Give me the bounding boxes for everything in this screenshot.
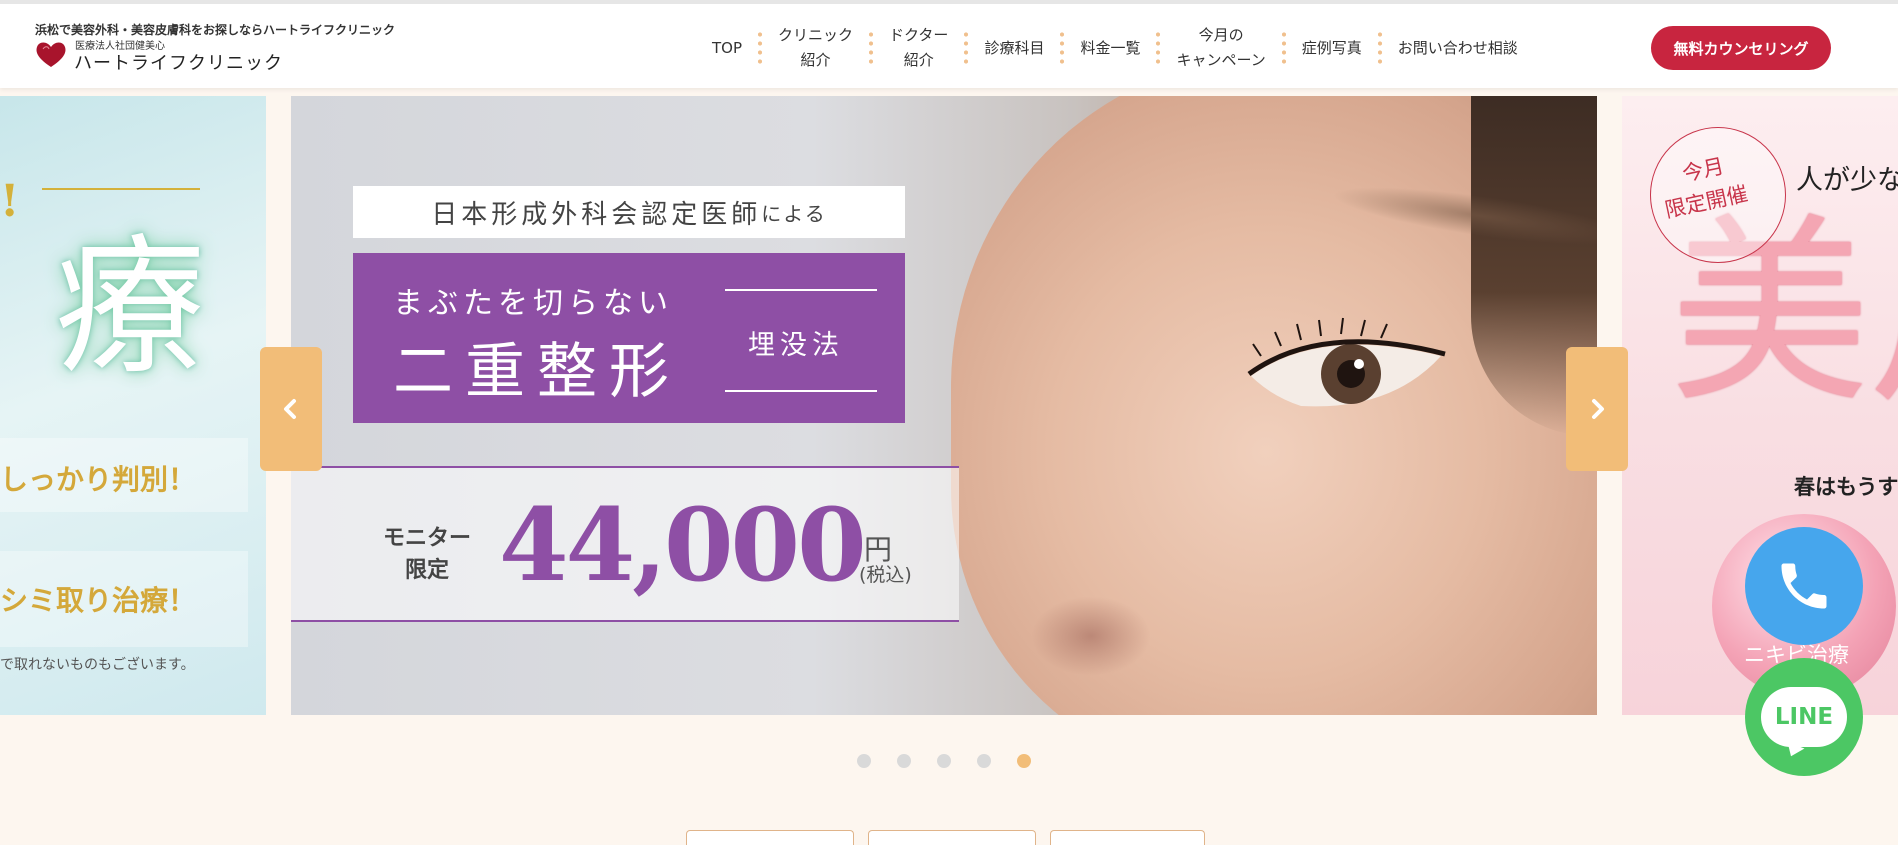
phone-call-button[interactable] xyxy=(1745,527,1863,645)
section-tab[interactable] xyxy=(686,830,854,845)
treatment-title-box: まぶたを切らない 二重整形 埋没法 xyxy=(353,253,905,423)
line-chat-button[interactable]: LINE xyxy=(1745,658,1863,776)
header-tagline: 浜松で美容外科・美容皮膚科をお探しならハートライフクリニック xyxy=(35,23,396,37)
slide-headline: しっかり判別！ xyxy=(0,463,197,496)
nav-separator xyxy=(1377,30,1382,66)
slider-dot-1[interactable] xyxy=(857,754,871,768)
nav-separator xyxy=(964,30,969,66)
nav-label: 今月の xyxy=(1198,26,1244,44)
main-nav: TOP クリニック紹介 ドクター紹介 診療科目 料金一覧 今月のキャンペーン 症… xyxy=(700,21,1530,75)
nav-label: 症例写真 xyxy=(1301,38,1362,57)
slider-dot-3[interactable] xyxy=(937,754,951,768)
nav-item-prices[interactable]: 料金一覧 xyxy=(1068,36,1152,61)
certification-suffix: による xyxy=(761,201,827,226)
price-amount: 44,000 xyxy=(499,486,867,604)
slide-headline: シミ取り治療！ xyxy=(0,584,197,617)
slide-previous[interactable]: ! 療 しっかり判別！ シミ取り治療！ で取れないものもございます。 xyxy=(0,96,266,715)
treatment-method: 埋没法 xyxy=(748,330,844,361)
method-rule-top xyxy=(725,289,877,291)
nav-label-line2: 紹介 xyxy=(800,51,831,69)
monitor-label-line1: モニター xyxy=(383,526,472,551)
slider-dot-5[interactable] xyxy=(1017,754,1031,768)
slider-prev-button[interactable] xyxy=(260,347,322,471)
nav-item-treatments[interactable]: 診療科目 xyxy=(972,36,1056,61)
certification-text: 日本形成外科会認定医師 xyxy=(431,199,762,230)
nav-separator xyxy=(1156,30,1161,66)
treatment-title: 二重整形 xyxy=(393,337,681,407)
nav-separator xyxy=(1281,30,1286,66)
nav-label: クリニック xyxy=(778,26,854,44)
nav-item-contact[interactable]: お問い合わせ相談 xyxy=(1386,36,1530,61)
nav-label: TOP xyxy=(712,38,743,57)
nav-item-clinic[interactable]: クリニック 紹介 xyxy=(766,23,865,73)
slider-dot-4[interactable] xyxy=(977,754,991,768)
slide-tagline: 春はもうす xyxy=(1794,474,1898,499)
slider-next-button[interactable] xyxy=(1566,347,1628,471)
chevron-left-icon xyxy=(284,399,296,419)
price-panel: モニター 限定 44,000 円 (税込) xyxy=(291,466,959,622)
model-eye xyxy=(1247,317,1446,407)
nav-separator xyxy=(758,30,763,66)
certification-banner: 日本形成外科会認定医師 による xyxy=(353,186,905,238)
model-nose xyxy=(1031,596,1151,676)
slide-headline: 人が少な xyxy=(1796,165,1898,196)
slide-exclamation: ! xyxy=(0,176,20,227)
section-tab[interactable] xyxy=(868,830,1036,845)
heart-logo-icon[interactable] xyxy=(33,37,69,71)
nav-label-line2: 紹介 xyxy=(903,51,934,69)
nav-label: 診療科目 xyxy=(984,38,1045,57)
nav-label: お問い合わせ相談 xyxy=(1397,38,1518,57)
line-label: LINE xyxy=(1774,704,1834,730)
nav-item-top[interactable]: TOP xyxy=(700,36,754,61)
nav-label: ドクター xyxy=(889,26,949,44)
nav-item-doctor[interactable]: ドクター 紹介 xyxy=(877,23,960,73)
section-tabs xyxy=(686,830,1205,845)
slide-current[interactable]: 日本形成外科会認定医師 による まぶたを切らない 二重整形 埋没法 モニター 限定… xyxy=(291,96,1597,715)
slide-divider xyxy=(42,188,200,190)
slide-kanji: 療 xyxy=(55,221,206,395)
nav-separator xyxy=(1060,30,1065,66)
chevron-right-icon xyxy=(1592,399,1604,419)
logo-clinic-name[interactable]: ハートライフクリニック xyxy=(74,49,283,75)
nav-label-line2: キャンペーン xyxy=(1176,51,1266,69)
slide-note: で取れないものもございます。 xyxy=(0,657,195,673)
method-rule-bottom xyxy=(725,390,877,392)
monitor-label-line2: 限定 xyxy=(405,558,450,583)
free-counseling-button[interactable]: 無料カウンセリング xyxy=(1651,26,1831,70)
site-header: 浜松で美容外科・美容皮膚科をお探しならハートライフクリニック 医療法人社団健美心… xyxy=(0,0,1898,88)
nav-item-campaign[interactable]: 今月の キャンペーン xyxy=(1164,23,1277,73)
nav-label: 料金一覧 xyxy=(1080,38,1141,57)
section-tab[interactable] xyxy=(1050,830,1205,845)
phone-icon xyxy=(1781,563,1827,609)
treatment-subtitle: まぶたを切らない xyxy=(393,286,673,321)
line-logo-icon: LINE xyxy=(1761,687,1847,747)
nav-item-cases[interactable]: 症例写真 xyxy=(1290,36,1374,61)
monitor-label: モニター 限定 xyxy=(383,523,471,587)
slider-dot-2[interactable] xyxy=(897,754,911,768)
slider-pagination xyxy=(857,754,1031,768)
nav-separator xyxy=(869,30,874,66)
hero-slider: ! 療 しっかり判別！ シミ取り治療！ で取れないものもございます。 日本形成外… xyxy=(0,96,1898,715)
price-tax-note: (税込) xyxy=(859,564,912,586)
